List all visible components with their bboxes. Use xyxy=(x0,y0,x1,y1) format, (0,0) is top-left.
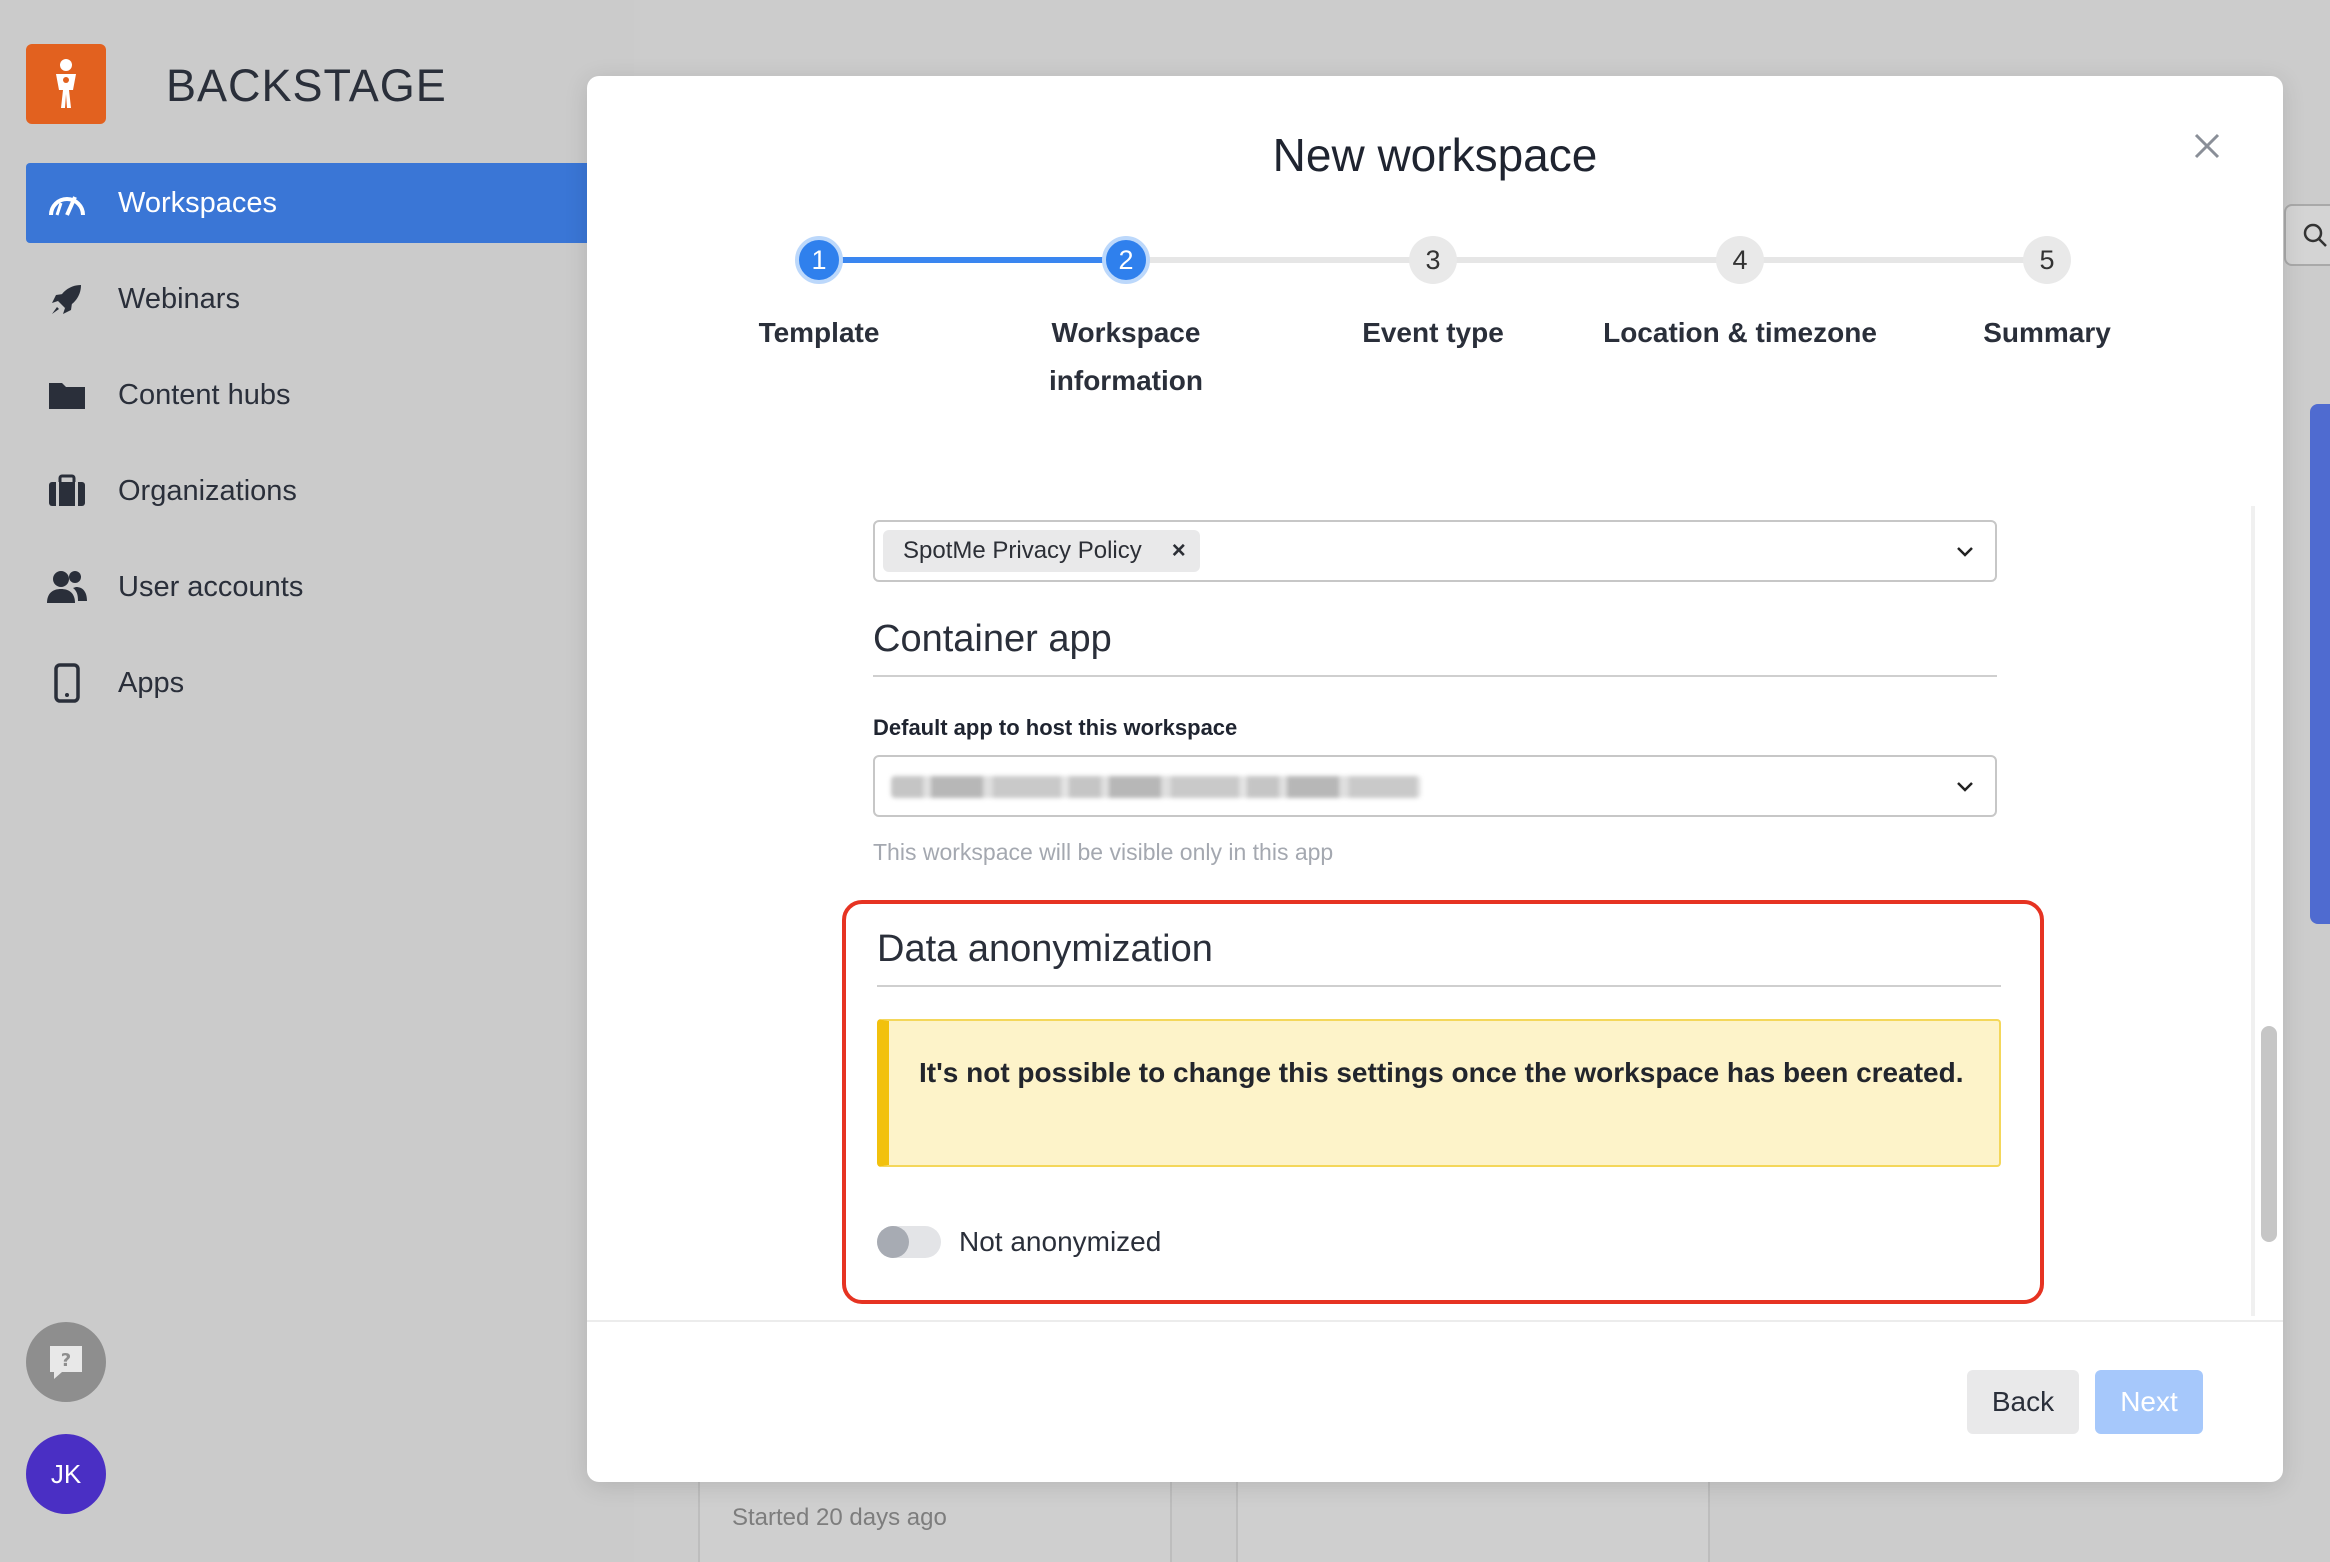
sidebar-item-webinars[interactable]: Webinars xyxy=(26,259,634,339)
sidebar-item-label: Workspaces xyxy=(118,186,278,219)
redacted-app-name xyxy=(891,776,1421,798)
search-icon xyxy=(2303,223,2327,247)
step-number: 2 xyxy=(1102,236,1150,284)
help-button[interactable]: ? xyxy=(26,1322,106,1402)
step-summary[interactable]: 5 Summary xyxy=(1897,236,2197,357)
sidebar-item-apps[interactable]: Apps xyxy=(26,643,634,723)
step-label: Event type xyxy=(1362,317,1504,348)
rocket-icon xyxy=(44,276,90,322)
phone-icon xyxy=(44,660,90,706)
step-label: Template xyxy=(758,317,880,348)
anonymization-toggle-row: Not anonymized xyxy=(877,1226,1161,1258)
step-label: Location & timezone xyxy=(1603,317,1877,348)
sidebar-item-content-hubs[interactable]: Content hubs xyxy=(26,355,634,435)
sidebar-item-organizations[interactable]: Organizations xyxy=(26,451,634,531)
sidebar-item-user-accounts[interactable]: User accounts xyxy=(26,547,634,627)
chevron-down-icon xyxy=(1957,547,1973,557)
speedometer-icon xyxy=(44,180,90,226)
user-avatar[interactable]: JK xyxy=(26,1434,106,1514)
step-number: 3 xyxy=(1409,236,1457,284)
container-app-title: Container app xyxy=(873,618,1997,677)
help-icon: ? xyxy=(50,1346,82,1379)
workspace-form: SpotMe Privacy Policy × Container app De… xyxy=(873,520,1997,866)
person-logo-icon xyxy=(56,59,76,108)
sidebar-item-label: Content hubs xyxy=(118,378,291,411)
step-label: Summary xyxy=(1983,317,2111,348)
back-button[interactable]: Back xyxy=(1967,1370,2079,1434)
next-button[interactable]: Next xyxy=(2095,1370,2203,1434)
toggle-knob xyxy=(877,1226,909,1258)
step-event-type[interactable]: 3 Event type xyxy=(1283,236,1583,357)
anonymization-toggle-label: Not anonymized xyxy=(959,1226,1162,1257)
remove-chip-icon[interactable]: × xyxy=(1172,530,1186,572)
step-workspace-information[interactable]: 2 Workspace information xyxy=(1026,236,1226,405)
backstage-logo[interactable] xyxy=(26,44,106,124)
data-anonymization-title: Data anonymization xyxy=(877,928,2001,987)
step-number: 1 xyxy=(795,236,843,284)
sidebar-item-label: Organizations xyxy=(118,474,297,507)
sidebar: BACKSTAGE Workspaces Webinars Content hu… xyxy=(0,0,634,1562)
data-anonymization-highlight: Data anonymization It's not possible to … xyxy=(842,900,2044,1304)
scrollbar-thumb[interactable] xyxy=(2261,1026,2277,1242)
step-location-timezone[interactable]: 4 Location & timezone xyxy=(1590,236,1890,357)
step-template[interactable]: 1 Template xyxy=(669,236,969,357)
privacy-policy-chip: SpotMe Privacy Policy × xyxy=(883,530,1200,572)
sidebar-item-label: Apps xyxy=(118,666,185,699)
background-card-status: Started 20 days ago xyxy=(732,1504,947,1531)
default-app-label: Default app to host this workspace xyxy=(873,715,1238,740)
scrollbar-track xyxy=(2251,506,2255,1316)
sidebar-item-label: Webinars xyxy=(118,282,240,315)
briefcase-icon xyxy=(44,468,90,514)
chevron-down-icon xyxy=(1957,782,1973,792)
step-label: Workspace information xyxy=(1049,317,1203,396)
default-app-hint: This workspace will be visible only in t… xyxy=(873,839,1334,865)
modal-title: New workspace xyxy=(1272,129,1598,181)
anonymization-toggle[interactable] xyxy=(877,1226,941,1258)
svg-text:?: ? xyxy=(61,1350,71,1371)
step-number: 4 xyxy=(1716,236,1764,284)
users-icon xyxy=(44,564,90,610)
close-button[interactable] xyxy=(2187,126,2227,166)
chip-label: SpotMe Privacy Policy xyxy=(903,537,1142,564)
sidebar-item-label: User accounts xyxy=(118,570,304,603)
warning-banner: It's not possible to change this setting… xyxy=(877,1019,2001,1167)
close-icon xyxy=(2194,133,2220,159)
background-search-button xyxy=(2284,204,2330,266)
step-number: 5 xyxy=(2023,236,2071,284)
privacy-policy-select[interactable]: SpotMe Privacy Policy × xyxy=(873,520,1997,582)
background-banner-edge xyxy=(2310,404,2330,924)
brand-name: BACKSTAGE xyxy=(166,60,447,111)
modal-footer-divider xyxy=(587,1320,2283,1322)
default-app-select[interactable] xyxy=(873,755,1997,817)
sidebar-item-workspaces[interactable]: Workspaces xyxy=(26,163,634,243)
new-workspace-modal: New workspace 1 Template 2 Workspace inf… xyxy=(587,76,2283,1482)
folder-icon xyxy=(44,372,90,418)
stepper: 1 Template 2 Workspace information 3 Eve… xyxy=(587,236,2283,396)
sidebar-nav: Workspaces Webinars Content hubs Organiz… xyxy=(26,163,634,739)
